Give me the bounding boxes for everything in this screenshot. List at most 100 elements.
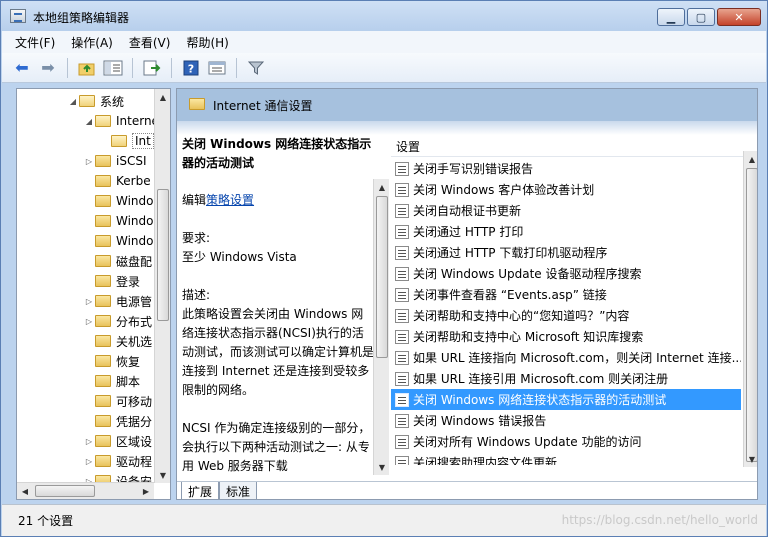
tree-item[interactable]: ◢ Interne	[83, 111, 159, 131]
policy-setting-icon	[395, 455, 409, 465]
tree-item[interactable]: Windo	[83, 211, 154, 231]
tree-item[interactable]: 可移动	[83, 391, 152, 411]
forward-icon[interactable]: ➡	[36, 57, 60, 79]
properties-icon[interactable]	[205, 57, 229, 79]
scroll-down-icon[interactable]: ▼	[155, 467, 170, 483]
setting-row[interactable]: 关闭帮助和支持中心的“您知道吗？”内容	[391, 305, 741, 326]
setting-row[interactable]: 关闭通过 HTTP 下载打印机驱动程序	[391, 242, 741, 263]
tree-item[interactable]: ◢ 系统	[67, 91, 124, 111]
folder-icon	[95, 115, 111, 127]
tree-vertical-scrollbar[interactable]: ▲ ▼	[154, 89, 170, 483]
tree-item[interactable]: Int	[99, 131, 154, 151]
setting-row[interactable]: 关闭事件查看器 “Events.asp” 链接	[391, 284, 741, 305]
menu-file[interactable]: 文件(F)	[8, 32, 62, 53]
help-icon[interactable]: ?	[179, 57, 203, 79]
setting-row[interactable]: 关闭搜索助理内容文件更新	[391, 452, 741, 465]
setting-row[interactable]: 关闭 Windows 网络连接状态指示器的活动测试	[391, 389, 741, 410]
setting-label: 关闭 Windows 错误报告	[413, 414, 547, 428]
maximize-icon: ▢	[695, 10, 707, 24]
scroll-left-icon[interactable]: ◀	[17, 483, 33, 499]
tree-item[interactable]: 凭据分	[83, 411, 152, 431]
tree-item[interactable]: 脚本	[83, 371, 140, 391]
export-list-icon[interactable]	[140, 57, 164, 79]
details-header-title: Internet 通信设置	[213, 99, 313, 113]
menu-help[interactable]: 帮助(H)	[179, 32, 235, 53]
tree-item[interactable]: 磁盘配	[83, 251, 152, 271]
tree-item[interactable]: 登录	[83, 271, 140, 291]
show-hide-tree-icon[interactable]	[101, 57, 125, 79]
setting-row[interactable]: 关闭手写识别错误报告	[391, 158, 741, 179]
setting-row[interactable]: 关闭 Windows 错误报告	[391, 410, 741, 431]
column-header-setting[interactable]: 设置	[391, 135, 757, 157]
scroll-thumb[interactable]	[157, 189, 169, 321]
folder-icon	[95, 415, 111, 427]
title-bar[interactable]: 本地组策略编辑器 ▁ ▢ ✕	[1, 1, 767, 31]
setting-label: 关闭自动根证书更新	[413, 204, 522, 218]
tab-extended[interactable]: 扩展	[181, 482, 220, 499]
tree-item[interactable]: Kerbe	[83, 171, 151, 191]
scroll-up-icon[interactable]: ▲	[155, 89, 170, 105]
expand-toggle-icon[interactable]: ▷	[83, 457, 95, 466]
scroll-up-icon[interactable]: ▲	[374, 179, 390, 195]
setting-row[interactable]: 关闭对所有 Windows Update 功能的访问	[391, 431, 741, 452]
setting-row[interactable]: 如果 URL 连接指向 Microsoft.com，则关闭 Internet 连…	[391, 347, 741, 368]
scroll-down-icon[interactable]: ▼	[374, 459, 390, 475]
tree-item[interactable]: ▷ 分布式	[83, 311, 152, 331]
setting-label: 关闭对所有 Windows Update 功能的访问	[413, 435, 642, 449]
tree-item[interactable]: Windo	[83, 231, 154, 251]
folder-icon	[95, 355, 111, 367]
tree-item[interactable]: 关机选	[83, 331, 152, 351]
menu-action[interactable]: 操作(A)	[64, 32, 120, 53]
tab-standard[interactable]: 标准	[219, 482, 258, 499]
tree-item[interactable]: ▷ 电源管	[83, 291, 152, 311]
tree-item-label: Windo	[116, 234, 154, 248]
expand-toggle-icon[interactable]: ◢	[83, 117, 95, 126]
setting-row[interactable]: 关闭帮助和支持中心 Microsoft 知识库搜索	[391, 326, 741, 347]
setting-label: 如果 URL 连接引用 Microsoft.com 则关闭注册	[413, 372, 669, 386]
tree-item-label: Windo	[116, 214, 154, 228]
folder-icon	[79, 95, 95, 107]
tree-item-label: Kerbe	[116, 174, 151, 188]
tree-item[interactable]: ▷ 驱动程	[83, 451, 152, 471]
setting-label: 关闭 Windows Update 设备驱动程序搜索	[413, 267, 642, 281]
setting-row[interactable]: 关闭自动根证书更新	[391, 200, 741, 221]
scroll-thumb[interactable]	[746, 168, 757, 462]
scroll-thumb[interactable]	[376, 196, 388, 358]
close-button[interactable]: ✕	[717, 8, 761, 26]
setting-row[interactable]: 关闭 Windows Update 设备驱动程序搜索	[391, 263, 741, 284]
filter-icon[interactable]	[244, 57, 268, 79]
expand-toggle-icon[interactable]: ▷	[83, 437, 95, 446]
setting-row[interactable]: 关闭 Windows 客户体验改善计划	[391, 179, 741, 200]
tree-item[interactable]: ▷ 区域设	[83, 431, 152, 451]
policy-title: 关闭 Windows 网络连接状态指示器的活动测试	[182, 137, 372, 170]
setting-label: 关闭 Windows 客户体验改善计划	[413, 183, 595, 197]
folder-icon	[95, 335, 111, 347]
expand-toggle-icon[interactable]: ▷	[83, 297, 95, 306]
description-text-continued: NCSI 作为确定连接级别的一部分，会执行以下两种活动测试之一: 从专用 Web…	[182, 421, 371, 473]
settings-scrollbar[interactable]: ▲ ▼	[743, 151, 757, 467]
expand-toggle-icon[interactable]: ▷	[83, 317, 95, 326]
folder-icon	[95, 375, 111, 387]
folder-icon	[95, 255, 111, 267]
setting-label: 关闭帮助和支持中心的“您知道吗？”内容	[413, 309, 630, 323]
up-folder-icon[interactable]	[75, 57, 99, 79]
tree-item[interactable]: 恢复	[83, 351, 140, 371]
scroll-right-icon[interactable]: ▶	[138, 483, 154, 499]
tree-item[interactable]: ▷ iSCSI	[83, 151, 147, 171]
minimize-button[interactable]: ▁	[657, 8, 685, 26]
menu-view[interactable]: 查看(V)	[122, 32, 178, 53]
scroll-down-icon[interactable]: ▼	[744, 451, 757, 467]
back-icon[interactable]: ⬅	[10, 57, 34, 79]
tree-item[interactable]: Windo	[83, 191, 154, 211]
setting-label: 关闭事件查看器 “Events.asp” 链接	[413, 288, 607, 302]
description-scrollbar[interactable]: ▲ ▼	[373, 179, 389, 475]
setting-row[interactable]: 关闭通过 HTTP 打印	[391, 221, 741, 242]
maximize-button[interactable]: ▢	[687, 8, 715, 26]
scroll-thumb[interactable]	[35, 485, 95, 497]
tree-horizontal-scrollbar[interactable]: ◀ ▶	[17, 482, 154, 499]
scroll-up-icon[interactable]: ▲	[744, 151, 757, 167]
expand-toggle-icon[interactable]: ▷	[83, 157, 95, 166]
edit-policy-link[interactable]: 策略设置	[206, 193, 254, 207]
expand-toggle-icon[interactable]: ◢	[67, 97, 79, 106]
setting-row[interactable]: 如果 URL 连接引用 Microsoft.com 则关闭注册	[391, 368, 741, 389]
